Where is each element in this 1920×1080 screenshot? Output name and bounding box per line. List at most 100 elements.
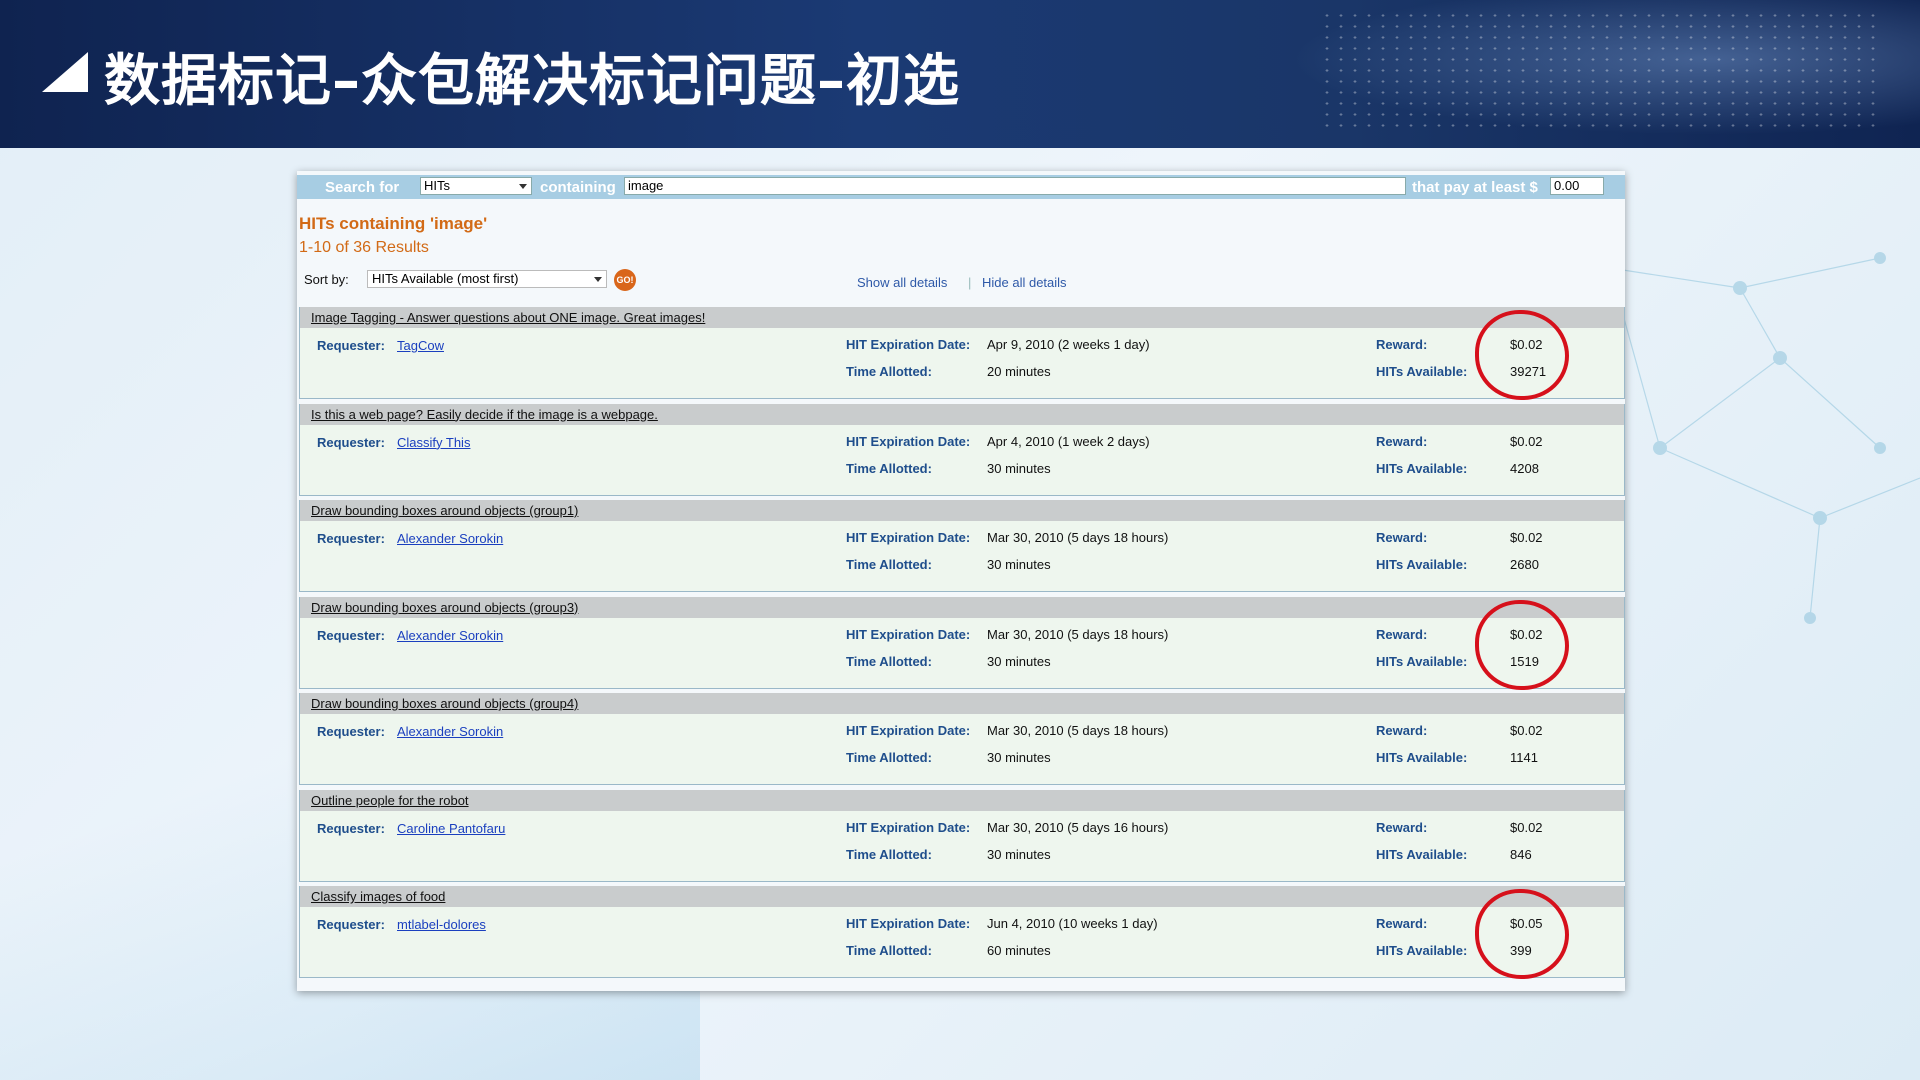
expiration-value: Jun 4, 2010 (10 weeks 1 day)	[987, 916, 1158, 931]
triangle-icon	[42, 52, 88, 92]
hit-title-link[interactable]: Outline people for the robot	[311, 793, 469, 808]
expiration-label: HIT Expiration Date:	[846, 916, 971, 931]
hit-row: Draw bounding boxes around objects (grou…	[299, 693, 1625, 785]
requester-link[interactable]: Alexander Sorokin	[397, 628, 503, 643]
hit-title-bar: Draw bounding boxes around objects (grou…	[300, 500, 1624, 521]
search-for-label: Search for	[325, 179, 400, 196]
pay-at-least-label: that pay at least $	[1412, 179, 1538, 196]
hit-title-link[interactable]: Is this a web page? Easily decide if the…	[311, 407, 658, 422]
hit-title-bar: Draw bounding boxes around objects (grou…	[300, 693, 1624, 714]
time-allotted-value: 30 minutes	[987, 653, 1051, 669]
annotation-circle	[1475, 599, 1569, 690]
annotation-circle	[1475, 310, 1569, 400]
requester-link[interactable]: Classify This	[397, 435, 470, 450]
reward-value: $0.02	[1510, 433, 1543, 449]
hit-row: Draw bounding boxes around objects (grou…	[299, 500, 1625, 592]
time-allotted-value: 30 minutes	[987, 750, 1051, 765]
reward-label: Reward:	[1376, 916, 1428, 931]
hits-available-label: HITs Available:	[1376, 653, 1468, 669]
hits-available-value: 2680	[1510, 557, 1539, 572]
hit-title-link[interactable]: Image Tagging - Answer questions about O…	[311, 310, 705, 325]
requester-link[interactable]: Caroline Pantofaru	[397, 821, 505, 836]
time-allotted-label: Time Allotted:	[846, 653, 932, 669]
hit-row: Outline people for the robot Requester: …	[299, 789, 1625, 882]
reward-label: Reward:	[1376, 433, 1428, 449]
reward-label: Reward:	[1376, 337, 1428, 352]
expiration-value: Mar 30, 2010 (5 days 16 hours)	[987, 819, 1169, 835]
hits-available-value: 846	[1510, 846, 1532, 862]
requester-label: Requester:	[317, 531, 385, 546]
hits-available-label: HITs Available:	[1376, 750, 1468, 765]
annotation-circle	[1475, 889, 1569, 979]
hit-title-link[interactable]: Draw bounding boxes around objects (grou…	[311, 696, 578, 711]
requester-label: Requester:	[317, 338, 385, 353]
time-allotted-value: 30 minutes	[987, 557, 1051, 572]
hits-available-label: HITs Available:	[1376, 846, 1468, 862]
time-allotted-label: Time Allotted:	[846, 943, 932, 958]
expiration-label: HIT Expiration Date:	[846, 626, 971, 642]
requester-label: Requester:	[317, 434, 385, 450]
reward-value: $0.02	[1510, 819, 1543, 835]
hit-title-bar: Outline people for the robot	[300, 789, 1624, 811]
reward-label: Reward:	[1376, 723, 1428, 738]
hit-row: Is this a web page? Easily decide if the…	[299, 403, 1625, 496]
reward-label: Reward:	[1376, 626, 1428, 642]
expiration-value: Apr 4, 2010 (1 week 2 days)	[987, 433, 1150, 449]
chevron-down-icon	[594, 277, 602, 282]
hit-row: Draw bounding boxes around objects (grou…	[299, 596, 1625, 689]
hits-available-label: HITs Available:	[1376, 460, 1468, 476]
expiration-label: HIT Expiration Date:	[846, 433, 971, 449]
hit-title-bar: Image Tagging - Answer questions about O…	[300, 307, 1624, 328]
results-title: HITs containing 'image'	[299, 214, 488, 233]
time-allotted-value: 20 minutes	[987, 364, 1051, 379]
hit-title-link[interactable]: Draw bounding boxes around objects (grou…	[311, 503, 578, 518]
sort-select[interactable]: HITs Available (most first)	[367, 270, 607, 288]
hits-available-value: 4208	[1510, 460, 1539, 476]
requester-link[interactable]: Alexander Sorokin	[397, 531, 503, 546]
reward-label: Reward:	[1376, 530, 1428, 545]
containing-label: containing	[540, 179, 616, 196]
requester-link[interactable]: TagCow	[397, 338, 444, 353]
hit-row: Image Tagging - Answer questions about O…	[299, 307, 1625, 399]
search-bar: Search for HITs containing image that pa…	[297, 175, 1625, 199]
expiration-value: Mar 30, 2010 (5 days 18 hours)	[987, 530, 1169, 545]
hits-available-label: HITs Available:	[1376, 364, 1468, 379]
search-input[interactable]: image	[624, 177, 1406, 195]
search-query-value: image	[628, 178, 664, 193]
hit-title-bar: Is this a web page? Easily decide if the…	[300, 403, 1624, 425]
show-all-details-link[interactable]: Show all details	[857, 275, 947, 290]
requester-label: Requester:	[317, 917, 385, 932]
hide-all-details-link[interactable]: Hide all details	[982, 275, 1067, 290]
hit-title-bar: Draw bounding boxes around objects (grou…	[300, 596, 1624, 618]
go-button[interactable]: GO!	[614, 269, 636, 291]
expiration-label: HIT Expiration Date:	[846, 723, 971, 738]
time-allotted-label: Time Allotted:	[846, 557, 932, 572]
requester-link[interactable]: mtlabel-dolores	[397, 917, 486, 932]
time-allotted-label: Time Allotted:	[846, 364, 932, 379]
requester-label: Requester:	[317, 627, 385, 643]
min-pay-input[interactable]: 0.00	[1550, 177, 1604, 195]
reward-label: Reward:	[1376, 819, 1428, 835]
time-allotted-label: Time Allotted:	[846, 460, 932, 476]
time-allotted-value: 60 minutes	[987, 943, 1051, 958]
hits-available-value: 1141	[1510, 750, 1538, 765]
time-allotted-label: Time Allotted:	[846, 846, 932, 862]
search-type-value: HITs	[424, 178, 450, 193]
hit-row: Classify images of food Requester: mtlab…	[299, 886, 1625, 978]
requester-link[interactable]: Alexander Sorokin	[397, 724, 503, 739]
hits-available-label: HITs Available:	[1376, 557, 1468, 572]
search-type-select[interactable]: HITs	[420, 177, 532, 195]
slide-title: 数据标记–众包解决标记问题–初选	[104, 49, 960, 114]
sort-by-label: Sort by:	[304, 272, 349, 287]
hits-available-label: HITs Available:	[1376, 943, 1468, 958]
hit-title-link[interactable]: Classify images of food	[311, 889, 445, 904]
hit-title-link[interactable]: Draw bounding boxes around objects (grou…	[311, 600, 578, 615]
hit-title-bar: Classify images of food	[300, 886, 1624, 907]
mturk-screenshot: Search for HITs containing image that pa…	[297, 171, 1625, 991]
time-allotted-value: 30 minutes	[987, 846, 1051, 862]
time-allotted-value: 30 minutes	[987, 460, 1051, 476]
expiration-label: HIT Expiration Date:	[846, 337, 971, 352]
banner-dot-pattern	[1320, 10, 1880, 130]
expiration-value: Mar 30, 2010 (5 days 18 hours)	[987, 626, 1169, 642]
expiration-label: HIT Expiration Date:	[846, 530, 971, 545]
